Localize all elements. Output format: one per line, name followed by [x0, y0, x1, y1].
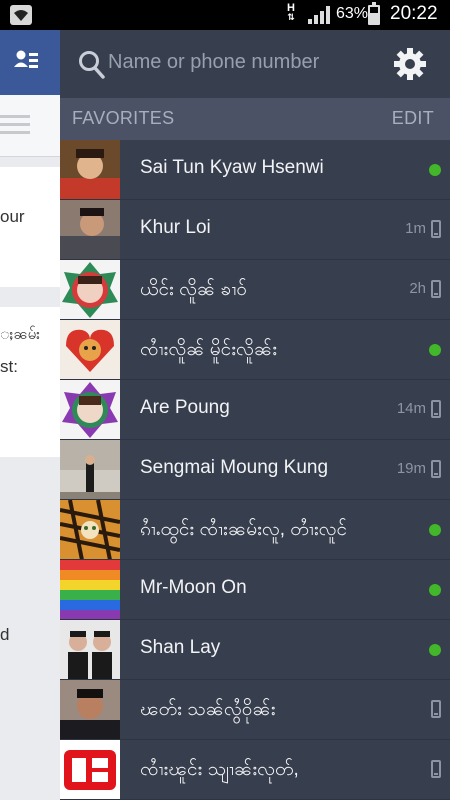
feed-text: d — [0, 625, 10, 644]
mobile-icon — [431, 700, 441, 718]
last-active-time: 1m — [405, 220, 426, 237]
online-indicator-icon — [429, 524, 441, 536]
clock: 20:22 — [390, 3, 438, 24]
avatar — [60, 560, 120, 619]
contact-row[interactable]: ၽတ်း သၼ်လွႆဝိုၼ်း — [60, 680, 450, 740]
battery-icon — [368, 2, 380, 25]
mobile-icon — [431, 280, 441, 298]
avatar — [60, 260, 120, 319]
avatar — [60, 380, 120, 439]
favorites-title: FAVORITES — [72, 108, 175, 128]
search-icon — [79, 51, 105, 79]
contact-name: ၸၢႆးလိူၼ် မိူင်းလိူၼ်း — [140, 339, 278, 360]
data-arrows-icon: ⇅ — [287, 12, 295, 22]
contact-row[interactable]: Mr-Moon On — [60, 560, 450, 620]
avatar — [60, 440, 120, 499]
feed-story-card: d — [0, 477, 60, 800]
mobile-icon — [431, 220, 441, 238]
contact-name: Are Poung — [140, 397, 230, 418]
edit-button[interactable]: EDIT — [392, 108, 434, 129]
online-indicator-icon — [429, 644, 441, 656]
favorites-header: FAVORITES EDIT — [60, 98, 450, 140]
contact-name: ၵၢႆႉထွင်း ၸၢႆးၼမ်းလူ, တၢႆးလူင် — [140, 519, 348, 540]
mobile-icon — [431, 460, 441, 478]
contact-row[interactable]: ၸၢႆးၽူင်း သျၢၼ်းလုတ်, — [60, 740, 450, 800]
battery-percent: 63% — [336, 5, 369, 22]
avatar — [60, 620, 120, 679]
mobile-icon — [431, 760, 441, 778]
avatar — [60, 740, 120, 799]
contact-name: ၽတ်း သၼ်လွႆဝိုၼ်း — [140, 699, 276, 720]
contact-row[interactable]: ၸၢႆးလိူၼ် မိူင်းလိူၼ်း — [60, 320, 450, 380]
search-bar[interactable]: Name or phone number — [60, 30, 450, 98]
avatar — [60, 320, 120, 379]
contact-name: Shan Lay — [140, 637, 221, 658]
contact-row[interactable]: ယိင်း လိူၼ် ၶၢဝ် 2h — [60, 260, 450, 320]
top-nav-bar — [0, 30, 60, 95]
contact-name: ယိင်း လိူၼ် ၶၢဝ် — [140, 279, 248, 300]
wifi-icon — [10, 5, 32, 25]
signal-bars-icon — [308, 6, 330, 24]
gear-icon[interactable] — [393, 47, 427, 81]
contact-name: Sai Tun Kyaw Hsenwi — [140, 157, 324, 178]
contact-name: ၸၢႆးၽူင်း သျၢၼ်းလုတ်, — [140, 759, 299, 780]
friend-requests-icon[interactable] — [14, 50, 40, 72]
contact-row[interactable]: Sai Tun Kyaw Hsenwi — [60, 140, 450, 200]
mobile-icon — [431, 400, 441, 418]
online-indicator-icon — [429, 344, 441, 356]
contact-row[interactable]: Khur Loi 1m — [60, 200, 450, 260]
avatar — [60, 500, 120, 559]
avatar — [60, 200, 120, 259]
contact-row[interactable]: Sengmai Moung Kung 19m — [60, 440, 450, 500]
contact-row[interactable]: Shan Lay — [60, 620, 450, 680]
online-indicator-icon — [429, 164, 441, 176]
feed-text: ႈၼမ်း — [0, 326, 40, 343]
main-feed-peek[interactable]: our ႈၼမ်း st: d — [0, 30, 60, 800]
contact-row[interactable]: ၵၢႆႉထွင်း ၸၢႆးၼမ်းလူ, တၢႆးလူင် — [60, 500, 450, 560]
status-bar: H ⇅ 63% 20:22 — [0, 0, 450, 30]
online-indicator-icon — [429, 584, 441, 596]
avatar — [60, 140, 120, 199]
last-active-time: 2h — [409, 280, 426, 297]
contact-name: Khur Loi — [140, 217, 211, 238]
last-active-time: 19m — [396, 460, 426, 477]
contact-row[interactable]: Are Poung 14m — [60, 380, 450, 440]
feed-text: st: — [0, 357, 18, 376]
chat-sidebar: Name or phone number FAVORITES EDIT Sai … — [60, 30, 450, 800]
feed-story-card: ႈၼမ်း st: — [0, 307, 60, 457]
contact-name: Mr-Moon On — [140, 577, 247, 598]
contact-name: Sengmai Moung Kung — [140, 457, 329, 478]
search-input[interactable]: Name or phone number — [108, 51, 319, 74]
favorites-list: Sai Tun Kyaw Hsenwi Khur Loi 1m ယိင်း လိူၼ်… — [60, 140, 450, 800]
feed-story-card: our — [0, 167, 60, 287]
last-active-time: 14m — [396, 400, 426, 417]
menu-icon[interactable] — [0, 95, 60, 157]
network-type: H ⇅ — [287, 2, 295, 22]
avatar — [60, 680, 120, 739]
feed-text: our — [0, 207, 25, 226]
